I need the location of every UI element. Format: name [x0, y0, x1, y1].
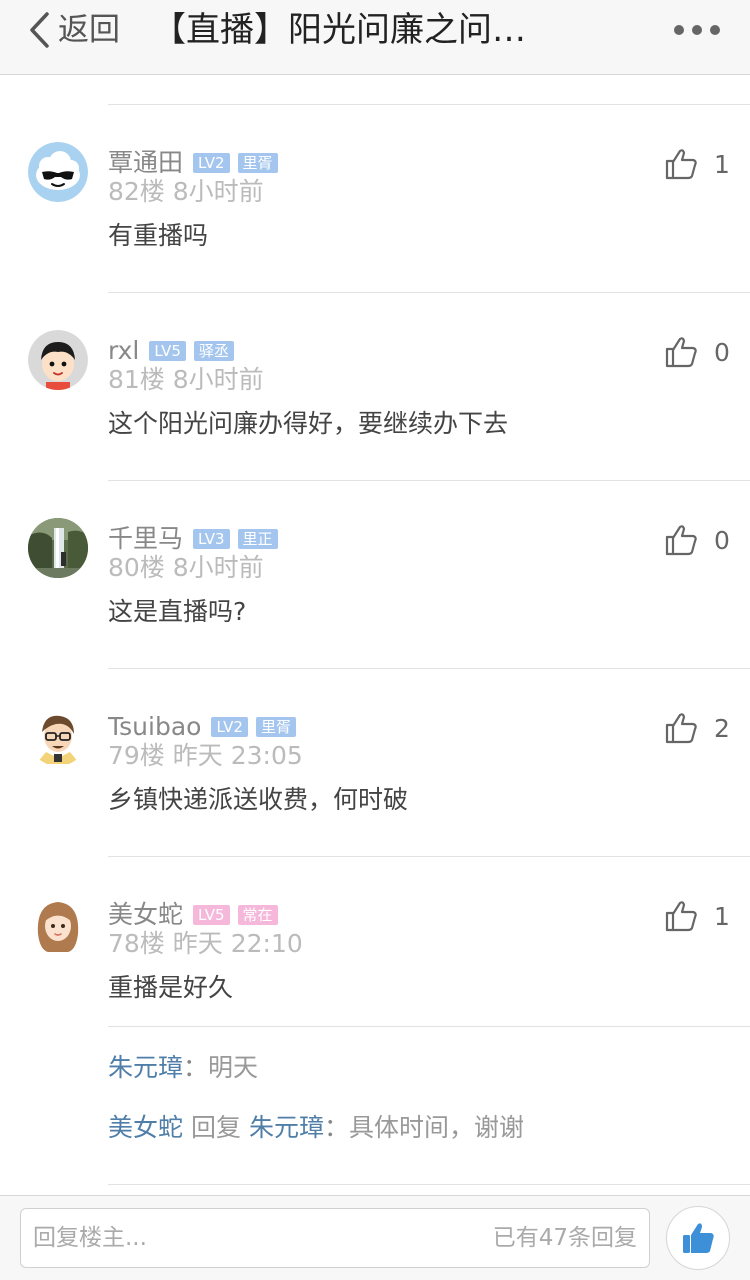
reply-separator: ：: [323, 1113, 349, 1142]
like-button[interactable]: 0: [664, 520, 744, 560]
divider: [108, 292, 750, 293]
page-title: 【直播】阳光问廉之问…: [152, 10, 526, 50]
post-time: 昨天 23:05: [172, 741, 303, 770]
rank-badge: 里胥: [255, 717, 296, 737]
comment-text: 有重播吗: [108, 221, 209, 250]
user-line: 覃通田 LV2 里胥: [108, 147, 278, 179]
sub-reply[interactable]: 美女蛇 回复 朱元璋：具体时间，谢谢: [108, 1111, 524, 1145]
level-badge: LV2: [193, 153, 230, 173]
floor-number: 81楼: [108, 365, 165, 394]
reply-count: 已有47条回复: [492, 1225, 637, 1251]
chevron-left-icon: [30, 12, 49, 48]
avatar[interactable]: [28, 894, 88, 954]
sub-reply[interactable]: 朱元璋：明天: [108, 1051, 258, 1085]
rank-badge: 里胥: [237, 153, 278, 173]
avatar[interactable]: [28, 142, 88, 202]
comment-text: 乡镇快递派送收费，何时破: [108, 785, 409, 814]
comment-meta: 82楼 8小时前: [108, 176, 264, 208]
like-button[interactable]: 0: [664, 332, 744, 372]
username[interactable]: Tsuibao: [108, 711, 201, 743]
divider: [108, 1184, 750, 1185]
user-line: 千里马 LV3 里正: [108, 523, 278, 555]
post-time: 8小时前: [172, 365, 264, 394]
post-time: 8小时前: [172, 553, 264, 582]
reply-author[interactable]: 朱元璋: [108, 1053, 183, 1082]
comment-text: 这个阳光问廉办得好，要继续办下去: [108, 409, 509, 438]
thumbs-up-icon: [665, 713, 697, 744]
like-button[interactable]: 1: [664, 896, 744, 936]
avatar[interactable]: [28, 330, 88, 390]
comment-meta: 79楼 昨天 23:05: [108, 740, 303, 772]
reply-text: 明天: [208, 1053, 259, 1082]
post-time: 8小时前: [172, 177, 264, 206]
user-line: rxl LV5 驿丞: [108, 335, 234, 367]
top-nav-bar: 返回 【直播】阳光问廉之问…: [0, 0, 750, 75]
like-post-button[interactable]: [666, 1206, 730, 1270]
floor-number: 78楼: [108, 929, 165, 958]
reply-divider: [108, 1026, 750, 1027]
level-badge: LV5: [193, 905, 230, 925]
divider: [108, 480, 750, 481]
floor-number: 79楼: [108, 741, 165, 770]
reply-input[interactable]: 回复楼主... 已有47条回复: [20, 1208, 650, 1268]
thumbs-up-icon: [665, 337, 697, 368]
avatar[interactable]: [28, 706, 88, 766]
cartoon-girl-avatar-icon: [28, 894, 88, 954]
comment-text: 这是直播吗?: [108, 597, 247, 626]
post-time: 昨天 22:10: [172, 929, 303, 958]
rank-badge: 里正: [237, 529, 278, 549]
username[interactable]: 覃通田: [108, 147, 183, 179]
user-line: 美女蛇 LV5 常在: [108, 899, 278, 931]
level-badge: LV5: [149, 341, 186, 361]
comment-meta: 78楼 昨天 22:10: [108, 928, 303, 960]
reply-verb: 回复: [190, 1113, 241, 1142]
thumbs-up-icon: [665, 901, 697, 932]
reply-placeholder: 回复楼主...: [33, 1225, 147, 1251]
divider: [108, 668, 750, 669]
bottom-reply-bar: 回复楼主... 已有47条回复: [0, 1195, 750, 1280]
cloud-sunglasses-avatar-icon: [28, 142, 88, 202]
like-count: 0: [714, 337, 730, 367]
user-line: Tsuibao LV2 里胥: [108, 711, 296, 743]
level-badge: LV2: [211, 717, 248, 737]
like-count: 1: [714, 149, 730, 179]
reply-author[interactable]: 美女蛇: [108, 1113, 183, 1142]
cartoon-boy-avatar-icon: [28, 330, 88, 390]
username[interactable]: rxl: [108, 335, 139, 367]
back-label: 返回: [58, 12, 120, 48]
reply-text: 具体时间，谢谢: [348, 1113, 524, 1142]
like-count: 0: [714, 525, 730, 555]
thumbs-up-icon: [665, 525, 697, 556]
divider: [108, 104, 750, 105]
rank-badge: 驿丞: [193, 341, 234, 361]
username[interactable]: 千里马: [108, 523, 183, 555]
thumbs-up-filled-icon: [683, 1223, 714, 1253]
username[interactable]: 美女蛇: [108, 899, 183, 931]
comment-meta: 81楼 8小时前: [108, 364, 264, 396]
like-count: 1: [714, 901, 730, 931]
rank-badge: 常在: [237, 905, 278, 925]
level-badge: LV3: [193, 529, 230, 549]
comment-text: 重播是好久: [108, 973, 234, 1002]
reply-separator: ：: [183, 1053, 209, 1082]
like-button[interactable]: 1: [664, 144, 744, 184]
cartoon-man-avatar-icon: [28, 706, 88, 766]
floor-number: 82楼: [108, 177, 165, 206]
like-button[interactable]: 2: [664, 708, 744, 748]
back-button[interactable]: 返回: [28, 10, 120, 50]
divider: [108, 856, 750, 857]
reply-target[interactable]: 朱元璋: [249, 1113, 324, 1142]
like-count: 2: [714, 713, 730, 743]
thumbs-up-icon: [665, 149, 697, 180]
more-dots-icon[interactable]: [674, 22, 720, 38]
floor-number: 80楼: [108, 553, 165, 582]
comment-meta: 80楼 8小时前: [108, 552, 264, 584]
waterfall-photo-avatar-icon: [28, 518, 88, 578]
avatar[interactable]: [28, 518, 88, 578]
